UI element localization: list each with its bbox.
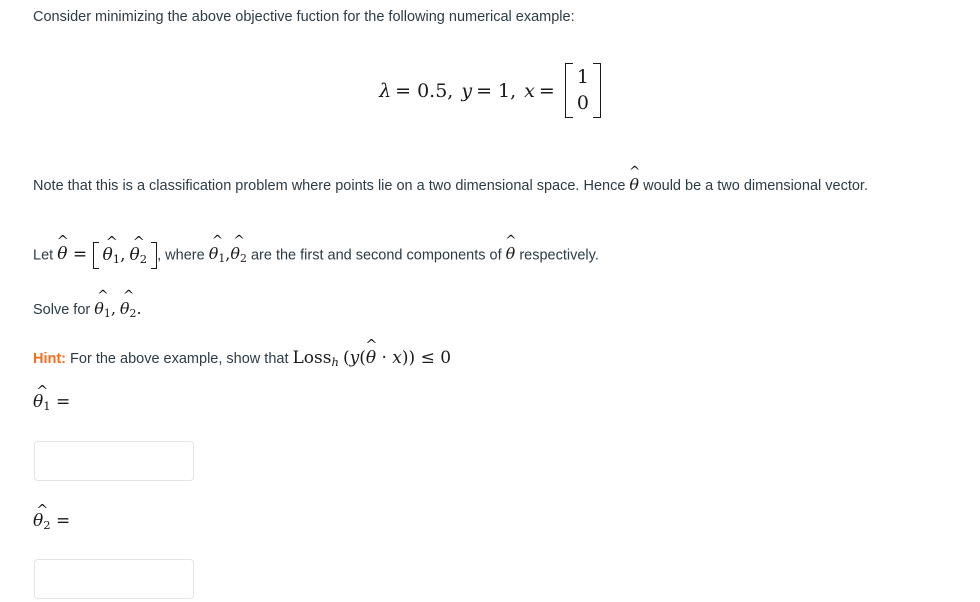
theta-1-hat-ref: ^ θ1 (209, 235, 226, 267)
theta-2-hat-ref: ^ θ2 (230, 235, 247, 267)
x-column-vector: 1 0 (564, 63, 601, 119)
let-prefix: Let (33, 247, 58, 264)
question-page: Consider minimizing the above objective … (0, 0, 980, 602)
theta-1-hat-label: ^ θ1 (33, 384, 51, 414)
let-definition-line: Let ^ θ = ^ θ1, ^ θ2, where ^ θ1, ^ θ2 are the … (33, 234, 933, 269)
let-equals: = (72, 244, 88, 265)
solve-instruction-line: Solve for ^ θ1, ^ θ2. (33, 289, 142, 322)
hint-loss-expression: Lossh (y(^ θ · x)) ≤ 0 (292, 338, 452, 371)
subscript: 2 (129, 307, 137, 321)
bracket-left (564, 63, 573, 119)
let-mid-text: , where (157, 247, 209, 264)
x-equals: = (538, 79, 555, 102)
hat-accent: ^ (122, 287, 135, 304)
y-value: = 1, (476, 79, 517, 102)
let-suffix: respectively. (515, 247, 599, 264)
hat-accent: ^ (105, 234, 118, 251)
theta-2-answer-label: ^ θ2 = (33, 503, 71, 533)
hat-accent: ^ (505, 233, 517, 250)
y-symbol: y (349, 348, 360, 368)
hat-accent: ^ (233, 233, 245, 250)
theta-hat-inline: ^ θ (629, 165, 640, 196)
let-tail-text: are the first and second components of (246, 247, 506, 264)
hint-text: For the above example, show that (70, 351, 289, 367)
hint-label: Hint: (33, 351, 67, 367)
theta-components-vector: ^ θ1, ^ θ2 (92, 235, 158, 269)
subscript: 2 (43, 518, 51, 533)
hat-accent: ^ (365, 337, 378, 354)
hat-accent: ^ (36, 383, 49, 400)
subscript: 1 (43, 399, 51, 414)
vector-cell-0: 1 (576, 66, 589, 88)
theta-2-subscript: 2 (139, 252, 148, 267)
theta-2-answer-input[interactable] (34, 559, 194, 599)
solve-period: . (136, 299, 142, 318)
theta-1-answer-label: ^ θ1 = (33, 384, 71, 414)
subscript: 1 (218, 252, 226, 266)
x-symbol: x (524, 79, 535, 102)
solve-comma: , (110, 299, 116, 318)
hat-accent: ^ (211, 233, 224, 250)
theta-1-hat: ^ θ1 (103, 235, 121, 268)
inequality-relation: ≤ 0 (420, 348, 452, 368)
hat-accent: ^ (628, 163, 641, 180)
note-text-part-1: Note that this is a classification probl… (33, 178, 630, 194)
intro-text: Consider minimizing the above objective … (33, 9, 575, 25)
theta-2-hat: ^ θ2 (130, 235, 148, 268)
paren-close-inner: ) (401, 348, 409, 368)
numerical-example-equation: λ = 0.5, y = 1, x = 1 0 (379, 63, 601, 119)
lambda-value: = 0.5, (395, 79, 454, 102)
hat-accent: ^ (97, 287, 109, 304)
subscript: 2 (240, 252, 247, 266)
theta-hat-ref-end: ^ θ (505, 235, 516, 265)
lambda-symbol: λ (379, 79, 392, 102)
dot-product-operator: · (381, 348, 387, 368)
equals-sign: = (56, 392, 71, 412)
theta-2-hat-label: ^ θ2 (33, 503, 51, 533)
loss-subscript: h (331, 355, 339, 370)
note-text-part-2: would be a two dimensional vector. (639, 178, 868, 194)
bracket-right (592, 63, 601, 119)
intro-paragraph: Consider minimizing the above objective … (33, 7, 963, 28)
hat-accent: ^ (132, 234, 145, 251)
hint-line: Hint: For the above example, show that L… (33, 338, 452, 371)
theta-hat-main: ^ θ (57, 234, 69, 267)
theta-1-answer-input[interactable] (34, 441, 194, 481)
hat-accent: ^ (36, 502, 49, 519)
component-comma: , (120, 245, 126, 265)
equals-sign: = (56, 511, 71, 531)
loss-name: Loss (292, 348, 332, 368)
solve-prefix: Solve for (33, 302, 95, 318)
theta-1-subscript: 1 (112, 252, 121, 267)
note-paragraph: Note that this is a classification probl… (33, 165, 965, 197)
vector-cell-1: 0 (576, 91, 589, 114)
x-symbol: x (392, 348, 402, 368)
subscript: 1 (103, 307, 111, 321)
y-symbol: y (461, 79, 473, 102)
paren-open-outer: ( (342, 348, 350, 368)
solve-theta-1: ^ θ1 (94, 289, 111, 322)
solve-theta-2: ^ θ2 (120, 289, 137, 322)
display-equation: λ = 0.5, y = 1, x = 1 0 (0, 63, 980, 119)
theta-hat-hint: ^ θ (365, 338, 377, 371)
hat-accent: ^ (56, 233, 69, 250)
